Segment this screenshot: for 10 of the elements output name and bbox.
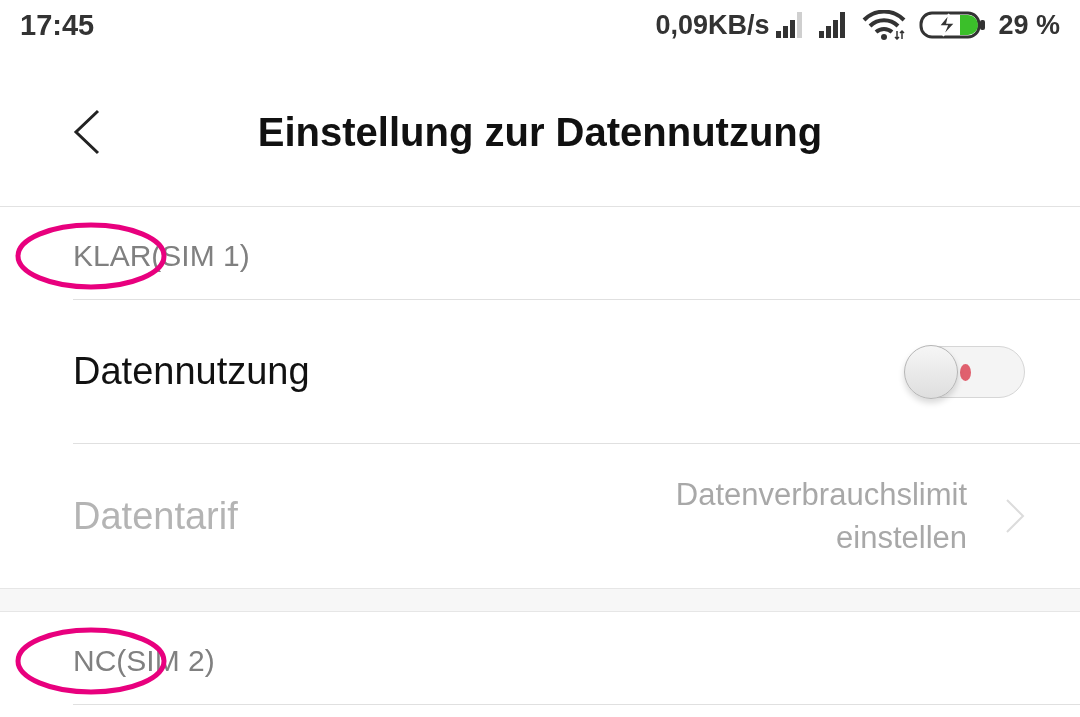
toggle-switch[interactable] xyxy=(905,345,1025,398)
status-time: 17:45 xyxy=(20,8,95,42)
battery-percent: 29 % xyxy=(998,9,1060,41)
battery-icon xyxy=(919,11,988,39)
back-icon[interactable] xyxy=(73,109,101,155)
row-label: Datentarif xyxy=(73,494,238,538)
row-label: Datennutzung xyxy=(73,350,310,393)
wifi-icon xyxy=(862,10,907,40)
network-speed: 0,09KB/s xyxy=(655,9,770,41)
page-title: Einstellung zur Datennutzung xyxy=(257,109,823,155)
